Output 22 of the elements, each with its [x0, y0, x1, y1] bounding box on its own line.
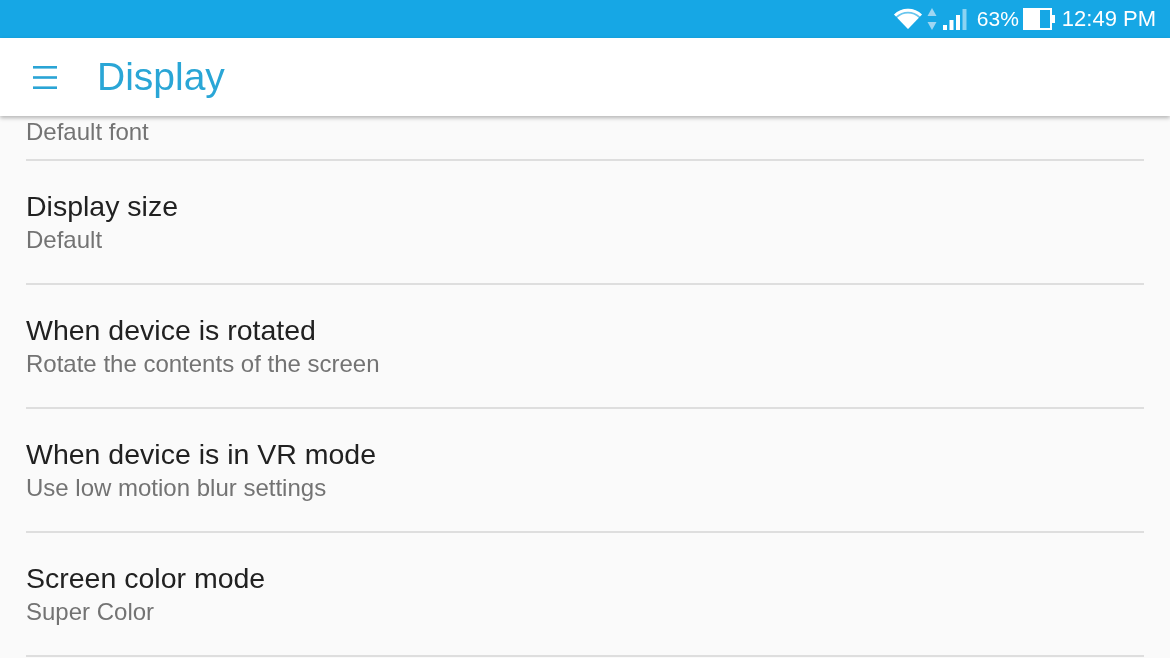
settings-list-item[interactable]: Display size Default — [26, 161, 1144, 285]
menu-icon — [33, 65, 57, 89]
setting-summary: Use low motion blur settings — [26, 473, 328, 503]
settings-list-item[interactable]: Default font — [26, 116, 1144, 161]
setting-title: Screen color mode — [26, 561, 267, 596]
settings-list-item[interactable]: Screen color mode Super Color — [26, 533, 1144, 657]
settings-list-item[interactable]: When device is in VR mode Use low motion blur settings — [26, 409, 1144, 533]
data-arrows-icon — [926, 7, 937, 31]
signal-icon — [942, 8, 967, 30]
screen-title: Display — [97, 55, 225, 99]
wifi-icon — [892, 8, 923, 30]
setting-title: When device is in VR mode — [26, 437, 378, 472]
battery-icon — [1022, 8, 1055, 30]
clock-time: 12:49 PM — [1061, 7, 1156, 31]
setting-summary: Default font — [26, 119, 150, 145]
setting-title: Display size — [26, 189, 180, 224]
setting-summary: Rotate the contents of the screen — [26, 349, 381, 379]
settings-list-item[interactable]: When device is rotated Rotate the contents of the screen — [26, 285, 1144, 409]
setting-title: When device is rotated — [26, 313, 317, 348]
setting-summary: Super Color — [26, 597, 156, 627]
setting-summary: Default — [26, 225, 104, 255]
battery-percent: 63% — [976, 7, 1019, 31]
